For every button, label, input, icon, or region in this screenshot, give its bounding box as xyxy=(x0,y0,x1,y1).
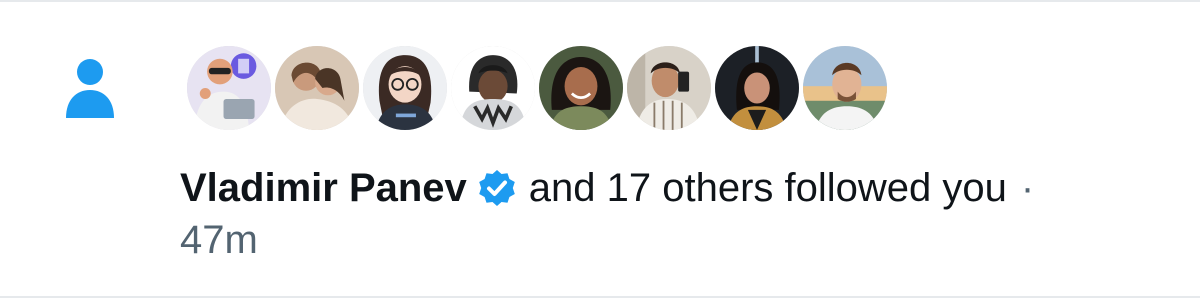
avatar-7[interactable] xyxy=(711,42,803,134)
follow-notification[interactable]: Vladimir Panev and 17 others followed yo… xyxy=(0,0,1200,298)
avatar-8[interactable] xyxy=(799,42,891,134)
avatar-4[interactable] xyxy=(447,42,539,134)
avatar-5[interactable] xyxy=(535,42,627,134)
avatar-6[interactable] xyxy=(623,42,715,134)
avatar-3[interactable] xyxy=(359,42,451,134)
avatar-2[interactable] xyxy=(271,42,363,134)
timestamp[interactable]: 47m xyxy=(180,214,1160,266)
person-icon xyxy=(64,58,116,118)
user-name-link[interactable]: Vladimir Panev xyxy=(180,162,467,214)
avatar-1[interactable] xyxy=(183,42,275,134)
notification-text: Vladimir Panev and 17 others followed yo… xyxy=(180,162,1160,266)
separator-dot: · xyxy=(1020,166,1035,210)
action-text: and 17 others followed you xyxy=(528,166,1007,210)
verified-badge-icon xyxy=(477,168,517,208)
notification-line: Vladimir Panev and 17 others followed yo… xyxy=(180,162,1160,214)
avatar-row xyxy=(183,42,923,136)
